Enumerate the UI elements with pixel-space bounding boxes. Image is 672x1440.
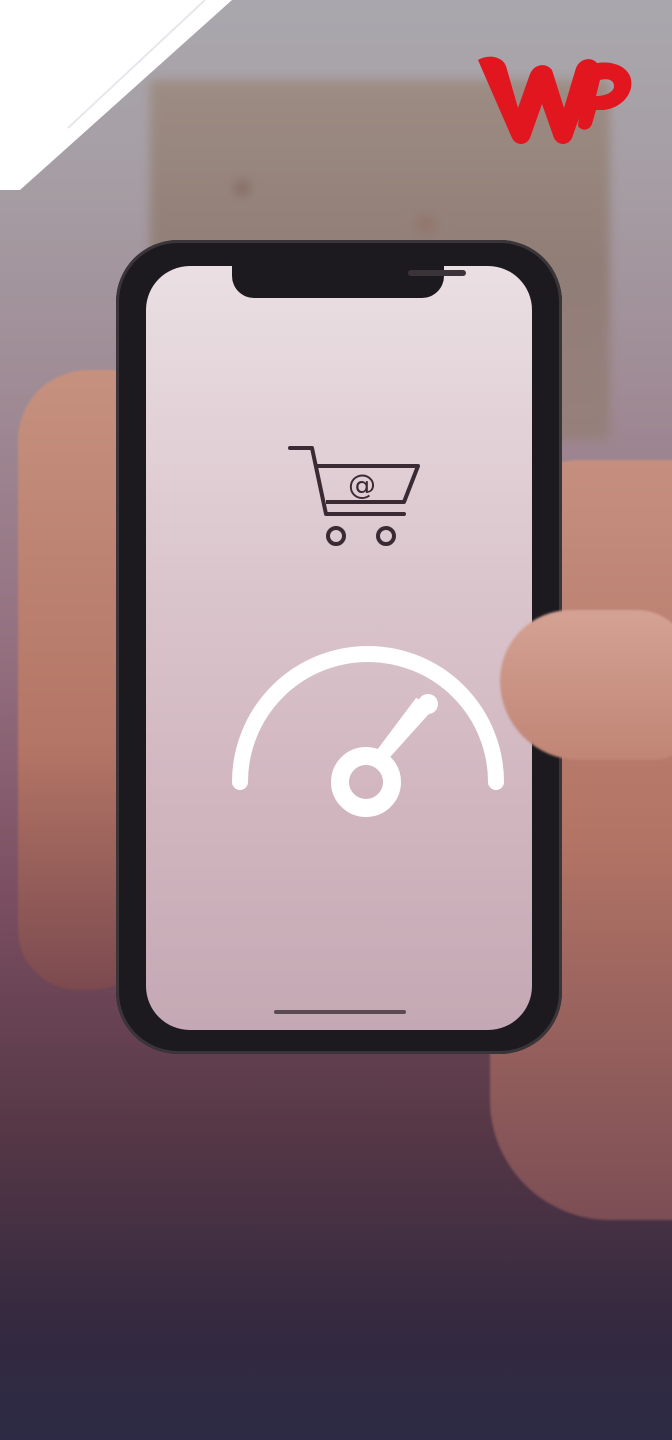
right-thumb bbox=[500, 610, 672, 760]
phone-notch bbox=[232, 266, 466, 298]
hero-background: @ bbox=[0, 0, 672, 1440]
wp-logo: WP bbox=[478, 56, 632, 144]
smartphone: @ bbox=[116, 240, 562, 1054]
home-indicator bbox=[274, 1010, 406, 1014]
at-symbol: @ bbox=[348, 468, 376, 501]
diagonal-corner-decoration bbox=[0, 0, 232, 190]
phone-screen: @ bbox=[146, 266, 532, 1030]
shopping-cart-at-icon: @ bbox=[288, 446, 420, 546]
speedometer-gauge-icon bbox=[232, 646, 504, 817]
phone-speaker bbox=[408, 270, 466, 276]
